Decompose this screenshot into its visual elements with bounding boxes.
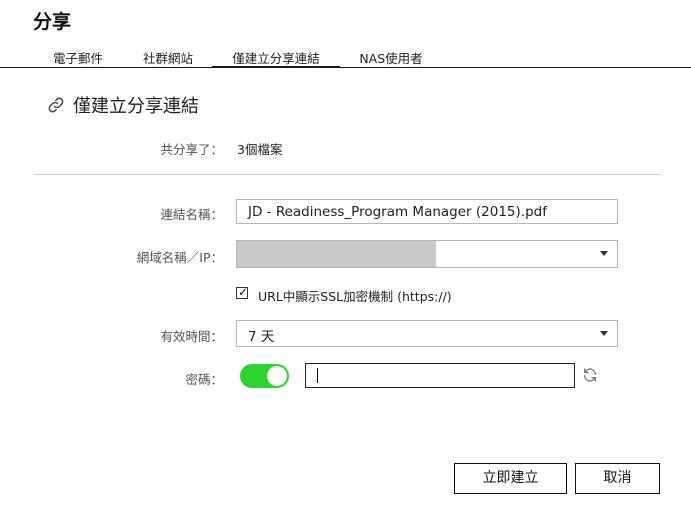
validity-select[interactable]: 7 天 [236,320,618,347]
tab-share-link[interactable]: 僅建立分享連結 [212,48,340,68]
ssl-label: URL中顯示SSL加密機制 (https://) [258,289,452,304]
password-toggle[interactable] [240,364,289,388]
text-cursor [317,368,318,383]
shared-count-value: 3個檔案 [237,142,283,157]
cancel-button[interactable]: 取消 [575,463,660,494]
divider [34,174,660,175]
domain-select[interactable] [236,240,618,268]
section-header: 僅建立分享連結 [47,93,199,117]
section-title: 僅建立分享連結 [73,96,199,117]
refresh-icon[interactable] [582,367,598,383]
link-name-label: 連結名稱： [160,207,223,222]
ssl-checkbox[interactable]: ✓ [236,285,249,299]
tab-social[interactable]: 社群網站 [130,48,206,68]
tab-nas-user[interactable]: NAS使用者 [347,48,435,68]
create-button[interactable]: 立即建立 [454,463,567,494]
chevron-down-icon [600,331,608,336]
validity-label: 有效時間： [160,329,223,344]
link-icon [48,97,64,113]
link-name-input[interactable]: JD - Readiness_Program Manager (2015).pd… [236,199,618,224]
validity-value: 7 天 [248,329,275,345]
checkmark-icon: ✓ [238,285,249,299]
password-input[interactable] [305,363,575,388]
dialog-title: 分享 [33,11,72,33]
chevron-down-icon [600,251,608,256]
toggle-knob [267,366,287,386]
password-label: 密碼： [185,372,223,387]
domain-label: 網域名稱／IP： [136,250,223,265]
tab-bar: 電子郵件 社群網站 僅建立分享連結 NAS使用者 [0,44,691,68]
link-name-value: JD - Readiness_Program Manager (2015).pd… [248,204,547,220]
domain-redacted-value [237,241,436,267]
tab-email[interactable]: 電子郵件 [42,48,114,68]
shared-count-label: 共分享了： [160,142,223,157]
